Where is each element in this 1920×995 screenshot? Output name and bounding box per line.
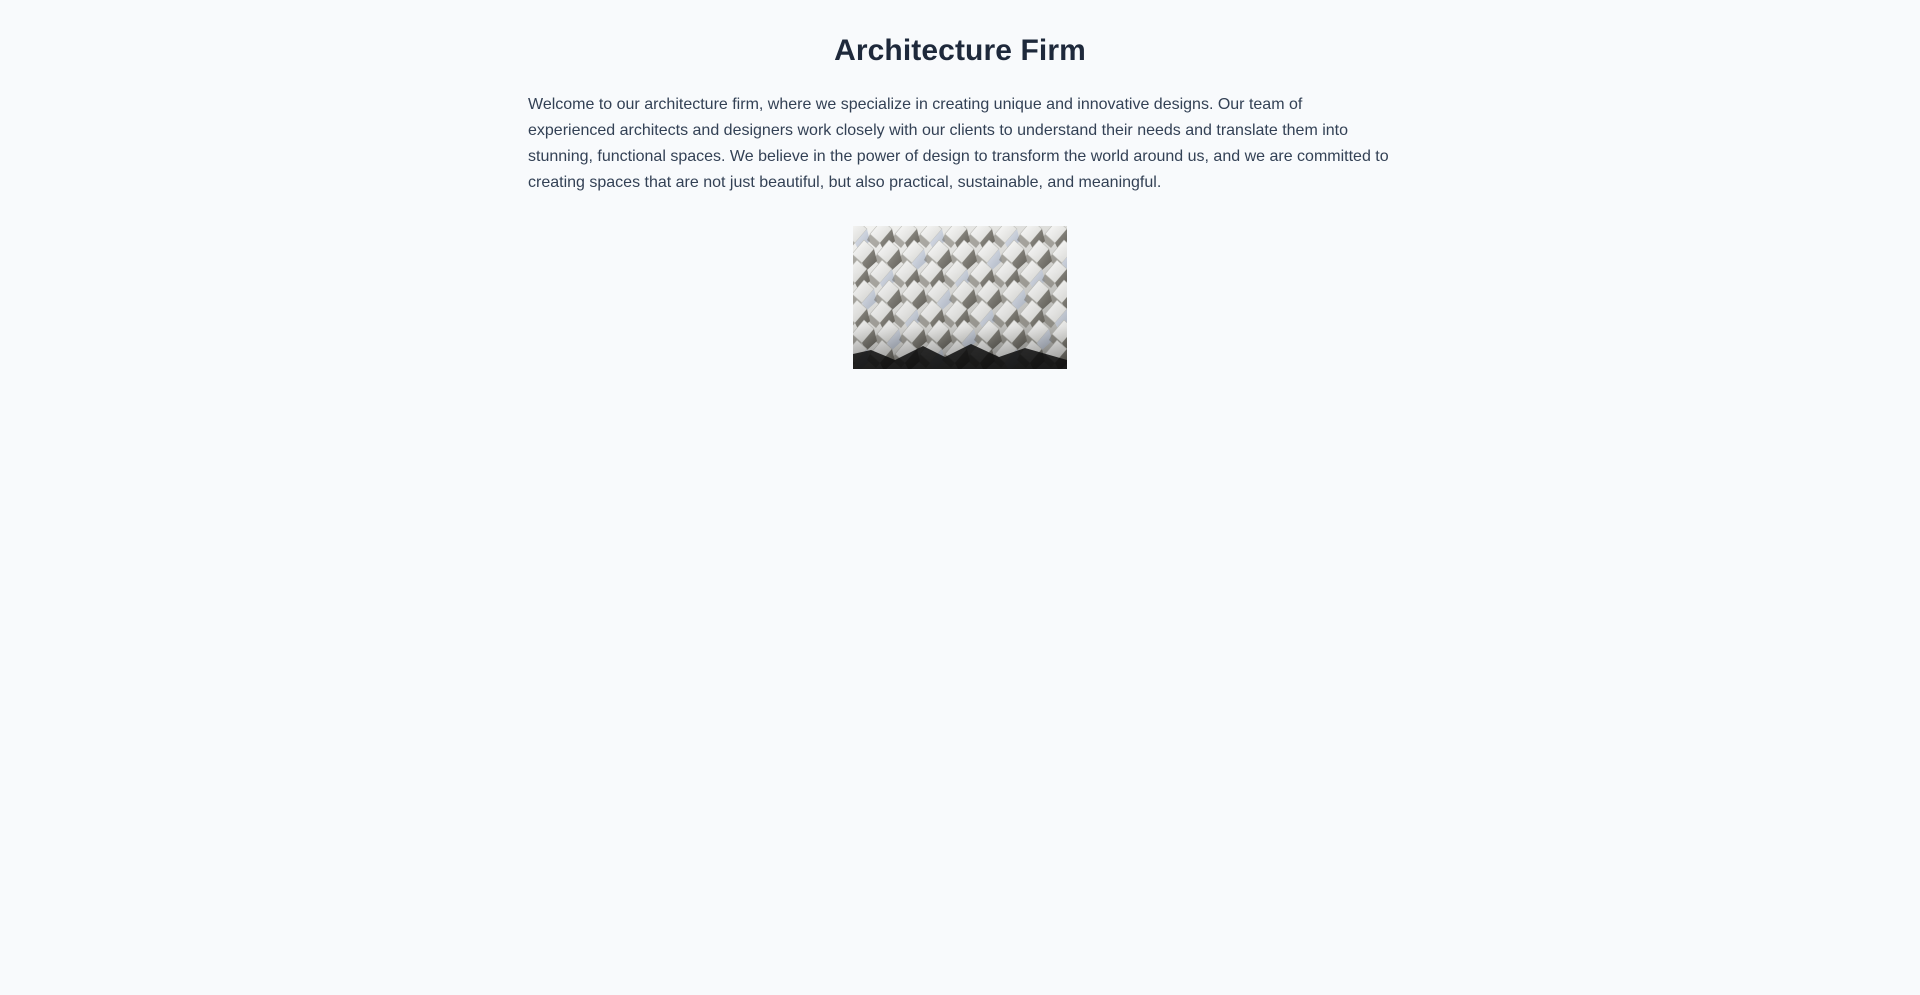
architecture-facade-image — [853, 226, 1067, 369]
page-title: Architecture Firm — [834, 34, 1086, 67]
page: Architecture Firm Welcome to our archite… — [0, 0, 1920, 995]
intro-paragraph: Welcome to our architecture firm, where … — [528, 96, 1389, 191]
